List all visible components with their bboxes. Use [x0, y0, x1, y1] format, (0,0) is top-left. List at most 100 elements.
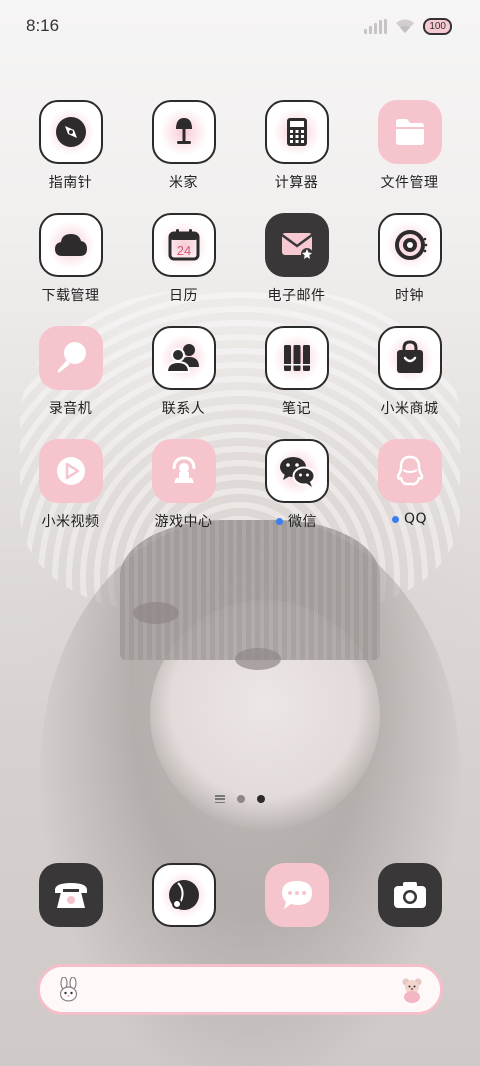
app-icon-tile[interactable] — [264, 100, 329, 164]
app-label: 微信 — [276, 511, 317, 531]
app-icon-tile[interactable] — [377, 326, 442, 390]
app-icon-tile[interactable] — [264, 326, 329, 390]
app-label: 文件管理 — [380, 175, 439, 191]
dock-camera[interactable] — [353, 863, 466, 929]
app-icon-tile[interactable] — [151, 863, 216, 927]
app-icon-tile[interactable] — [377, 100, 442, 164]
app-icon-tile[interactable] — [151, 439, 216, 503]
app-notes[interactable]: 笔记 — [240, 326, 353, 439]
wallpaper-eye — [235, 648, 281, 670]
app-label: 电子邮件 — [267, 288, 326, 304]
app-calculator[interactable]: 计算器 — [240, 100, 353, 213]
browser-icon — [168, 880, 199, 910]
notes-icon — [283, 345, 310, 371]
app-wechat[interactable]: 微信 — [240, 439, 353, 552]
wallpaper-eye — [133, 602, 179, 624]
folder-icon — [395, 119, 424, 145]
phone-icon — [54, 883, 87, 908]
app-icon-tile[interactable] — [38, 326, 103, 390]
game-center-icon — [172, 456, 195, 483]
messages-icon — [281, 881, 312, 909]
status-bar: 8:16 100 — [0, 0, 480, 52]
app-label: 计算器 — [274, 175, 319, 191]
app-compass[interactable]: 指南针 — [14, 100, 127, 213]
app-icon-tile[interactable] — [264, 863, 329, 927]
app-label: 小米视频 — [41, 514, 100, 530]
app-mijia[interactable]: 米家 — [127, 100, 240, 213]
app-label: 下载管理 — [41, 288, 100, 304]
app-mi-video[interactable]: 小米视频 — [14, 439, 127, 552]
app-icon-tile[interactable] — [377, 863, 442, 927]
app-label: 录音机 — [48, 401, 93, 417]
app-label: 米家 — [169, 175, 198, 191]
app-label: 笔记 — [282, 401, 311, 417]
wifi-icon — [396, 19, 415, 33]
dock-browser[interactable] — [127, 863, 240, 929]
app-label: 日历 — [169, 288, 198, 304]
app-icon-tile[interactable]: 24 — [151, 213, 216, 277]
page-dot — [237, 795, 245, 803]
contacts-icon — [165, 344, 199, 373]
status-time: 8:16 — [26, 16, 60, 35]
app-icon-tile[interactable] — [264, 439, 329, 503]
app-game-center[interactable]: 游戏中心 — [127, 439, 240, 552]
camera-icon — [393, 882, 426, 908]
dock-phone[interactable] — [14, 863, 127, 929]
mijia-lamp-icon — [175, 118, 192, 144]
app-icon-tile[interactable] — [377, 439, 442, 503]
app-recorder[interactable]: 录音机 — [14, 326, 127, 439]
app-row: 指南针 米家 计算器 文件管理 — [14, 100, 466, 213]
video-play-icon — [56, 457, 85, 485]
cellular-signal-icon — [364, 18, 388, 34]
teddy-bear-icon — [402, 978, 422, 1003]
app-grid: 指南针 米家 计算器 文件管理 下载管理 24 日历 电子邮件 时钟 录音机 联… — [14, 100, 466, 552]
app-clock[interactable]: 时钟 — [353, 213, 466, 326]
app-icon-tile[interactable] — [151, 326, 216, 390]
app-qq[interactable]: QQ — [353, 439, 466, 552]
app-label: 小米商城 — [380, 401, 439, 417]
app-icon-tile[interactable] — [151, 100, 216, 164]
app-calendar[interactable]: 24 日历 — [127, 213, 240, 326]
app-row: 下载管理 24 日历 电子邮件 时钟 — [14, 213, 466, 326]
wechat-icon — [279, 457, 315, 487]
app-icon-tile[interactable] — [38, 439, 103, 503]
app-icon-tile[interactable] — [38, 213, 103, 277]
app-email[interactable]: 电子邮件 — [240, 213, 353, 326]
page-dot-active — [257, 795, 265, 803]
app-file-manager[interactable]: 文件管理 — [353, 100, 466, 213]
app-label-text: QQ — [403, 511, 428, 527]
qq-penguin-icon — [396, 455, 423, 486]
app-label: 游戏中心 — [154, 514, 213, 530]
mail-icon — [280, 233, 313, 260]
dock — [14, 863, 466, 929]
app-mi-store[interactable]: 小米商城 — [353, 326, 466, 439]
bunny-icon — [59, 976, 78, 1002]
page-indicator[interactable] — [0, 795, 480, 803]
shopping-bag-icon — [396, 340, 423, 373]
app-icon-tile[interactable] — [38, 863, 103, 927]
app-download-manager[interactable]: 下载管理 — [14, 213, 127, 326]
app-contacts[interactable]: 联系人 — [127, 326, 240, 439]
cloud-download-icon — [54, 234, 87, 256]
compass-icon — [55, 117, 86, 147]
battery-indicator: 100 — [423, 17, 452, 35]
calculator-icon — [286, 118, 307, 146]
app-icon-tile[interactable] — [264, 213, 329, 277]
app-label: 时钟 — [395, 288, 424, 304]
clock-icon — [394, 230, 427, 260]
app-icon-tile[interactable] — [377, 213, 442, 277]
app-label: 指南针 — [48, 175, 93, 191]
app-label-text: 微信 — [288, 514, 317, 530]
menu-lines-icon — [215, 795, 225, 803]
app-row: 录音机 联系人 笔记 小米商城 — [14, 326, 466, 439]
app-label: QQ — [391, 511, 428, 527]
app-row: 小米视频 游戏中心 微信 QQ — [14, 439, 466, 552]
status-icons: 100 — [364, 17, 452, 35]
calendar-icon: 24 — [168, 229, 199, 261]
microphone-icon — [57, 342, 86, 373]
app-icon-tile[interactable] — [38, 100, 103, 164]
app-label: 联系人 — [161, 401, 206, 417]
new-badge-dot — [276, 517, 283, 525]
search-bar[interactable] — [37, 964, 443, 1015]
dock-messages[interactable] — [240, 863, 353, 929]
